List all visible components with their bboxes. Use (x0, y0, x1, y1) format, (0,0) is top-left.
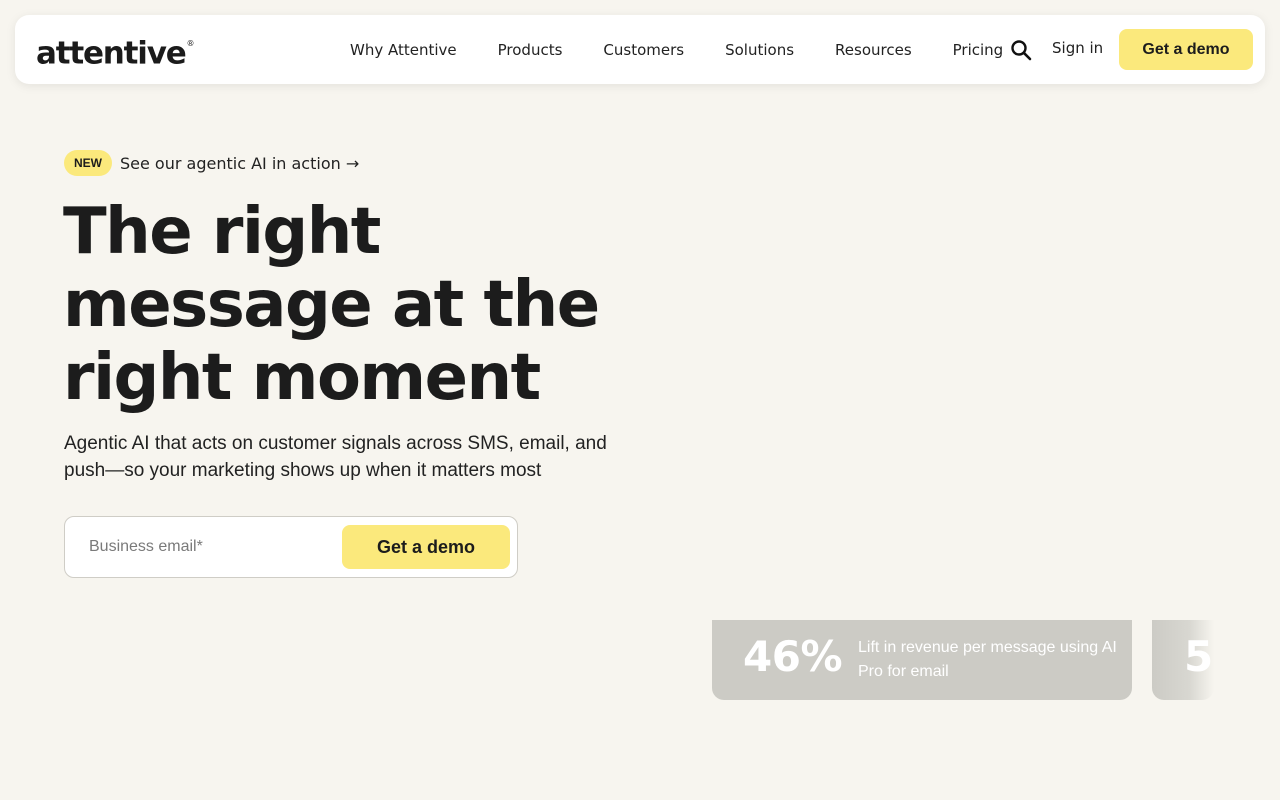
search-icon[interactable] (1010, 39, 1032, 61)
nav-get-demo-button[interactable]: Get a demo (1119, 29, 1253, 70)
nav-link-customers[interactable]: Customers (603, 41, 684, 59)
logo-text: attentive (36, 35, 187, 72)
stat-card: 46% Lift in revenue per message using AI… (712, 620, 1132, 700)
top-navigation: attentive® Why Attentive Products Custom… (15, 15, 1265, 84)
nav-links: Why Attentive Products Customers Solutio… (350, 15, 1003, 84)
nav-link-why-attentive[interactable]: Why Attentive (350, 41, 457, 59)
form-get-demo-button[interactable]: Get a demo (342, 525, 510, 569)
new-badge: NEW (64, 150, 112, 176)
announcement-text: See our agentic AI in action → (120, 153, 360, 173)
stat-value: 5 (1184, 632, 1213, 681)
hero-title-line-2: message at the (63, 268, 600, 342)
nav-link-products[interactable]: Products (498, 41, 563, 59)
stat-label: Lift in revenue per message using AI Pro… (858, 639, 1117, 680)
hero-title-line-3: right moment (63, 341, 541, 415)
sign-in-link[interactable]: Sign in (1052, 39, 1103, 57)
hero-subtitle: Agentic AI that acts on customer signals… (64, 433, 607, 481)
stat-value: 46% (743, 632, 843, 681)
attentive-logo[interactable]: attentive® (36, 32, 195, 72)
hero-title-line-1: The right (63, 195, 381, 269)
nav-link-resources[interactable]: Resources (835, 41, 912, 59)
hero-title: The right message at the right moment (63, 196, 683, 415)
stat-card-partial: 5 (1152, 620, 1214, 700)
registered-mark: ® (186, 39, 195, 48)
nav-link-solutions[interactable]: Solutions (725, 41, 794, 59)
announcement-link[interactable]: NEW See our agentic AI in action → (64, 150, 359, 176)
nav-link-pricing[interactable]: Pricing (953, 41, 1004, 59)
business-email-input[interactable] (89, 536, 329, 558)
demo-signup-form: Get a demo (64, 516, 518, 578)
